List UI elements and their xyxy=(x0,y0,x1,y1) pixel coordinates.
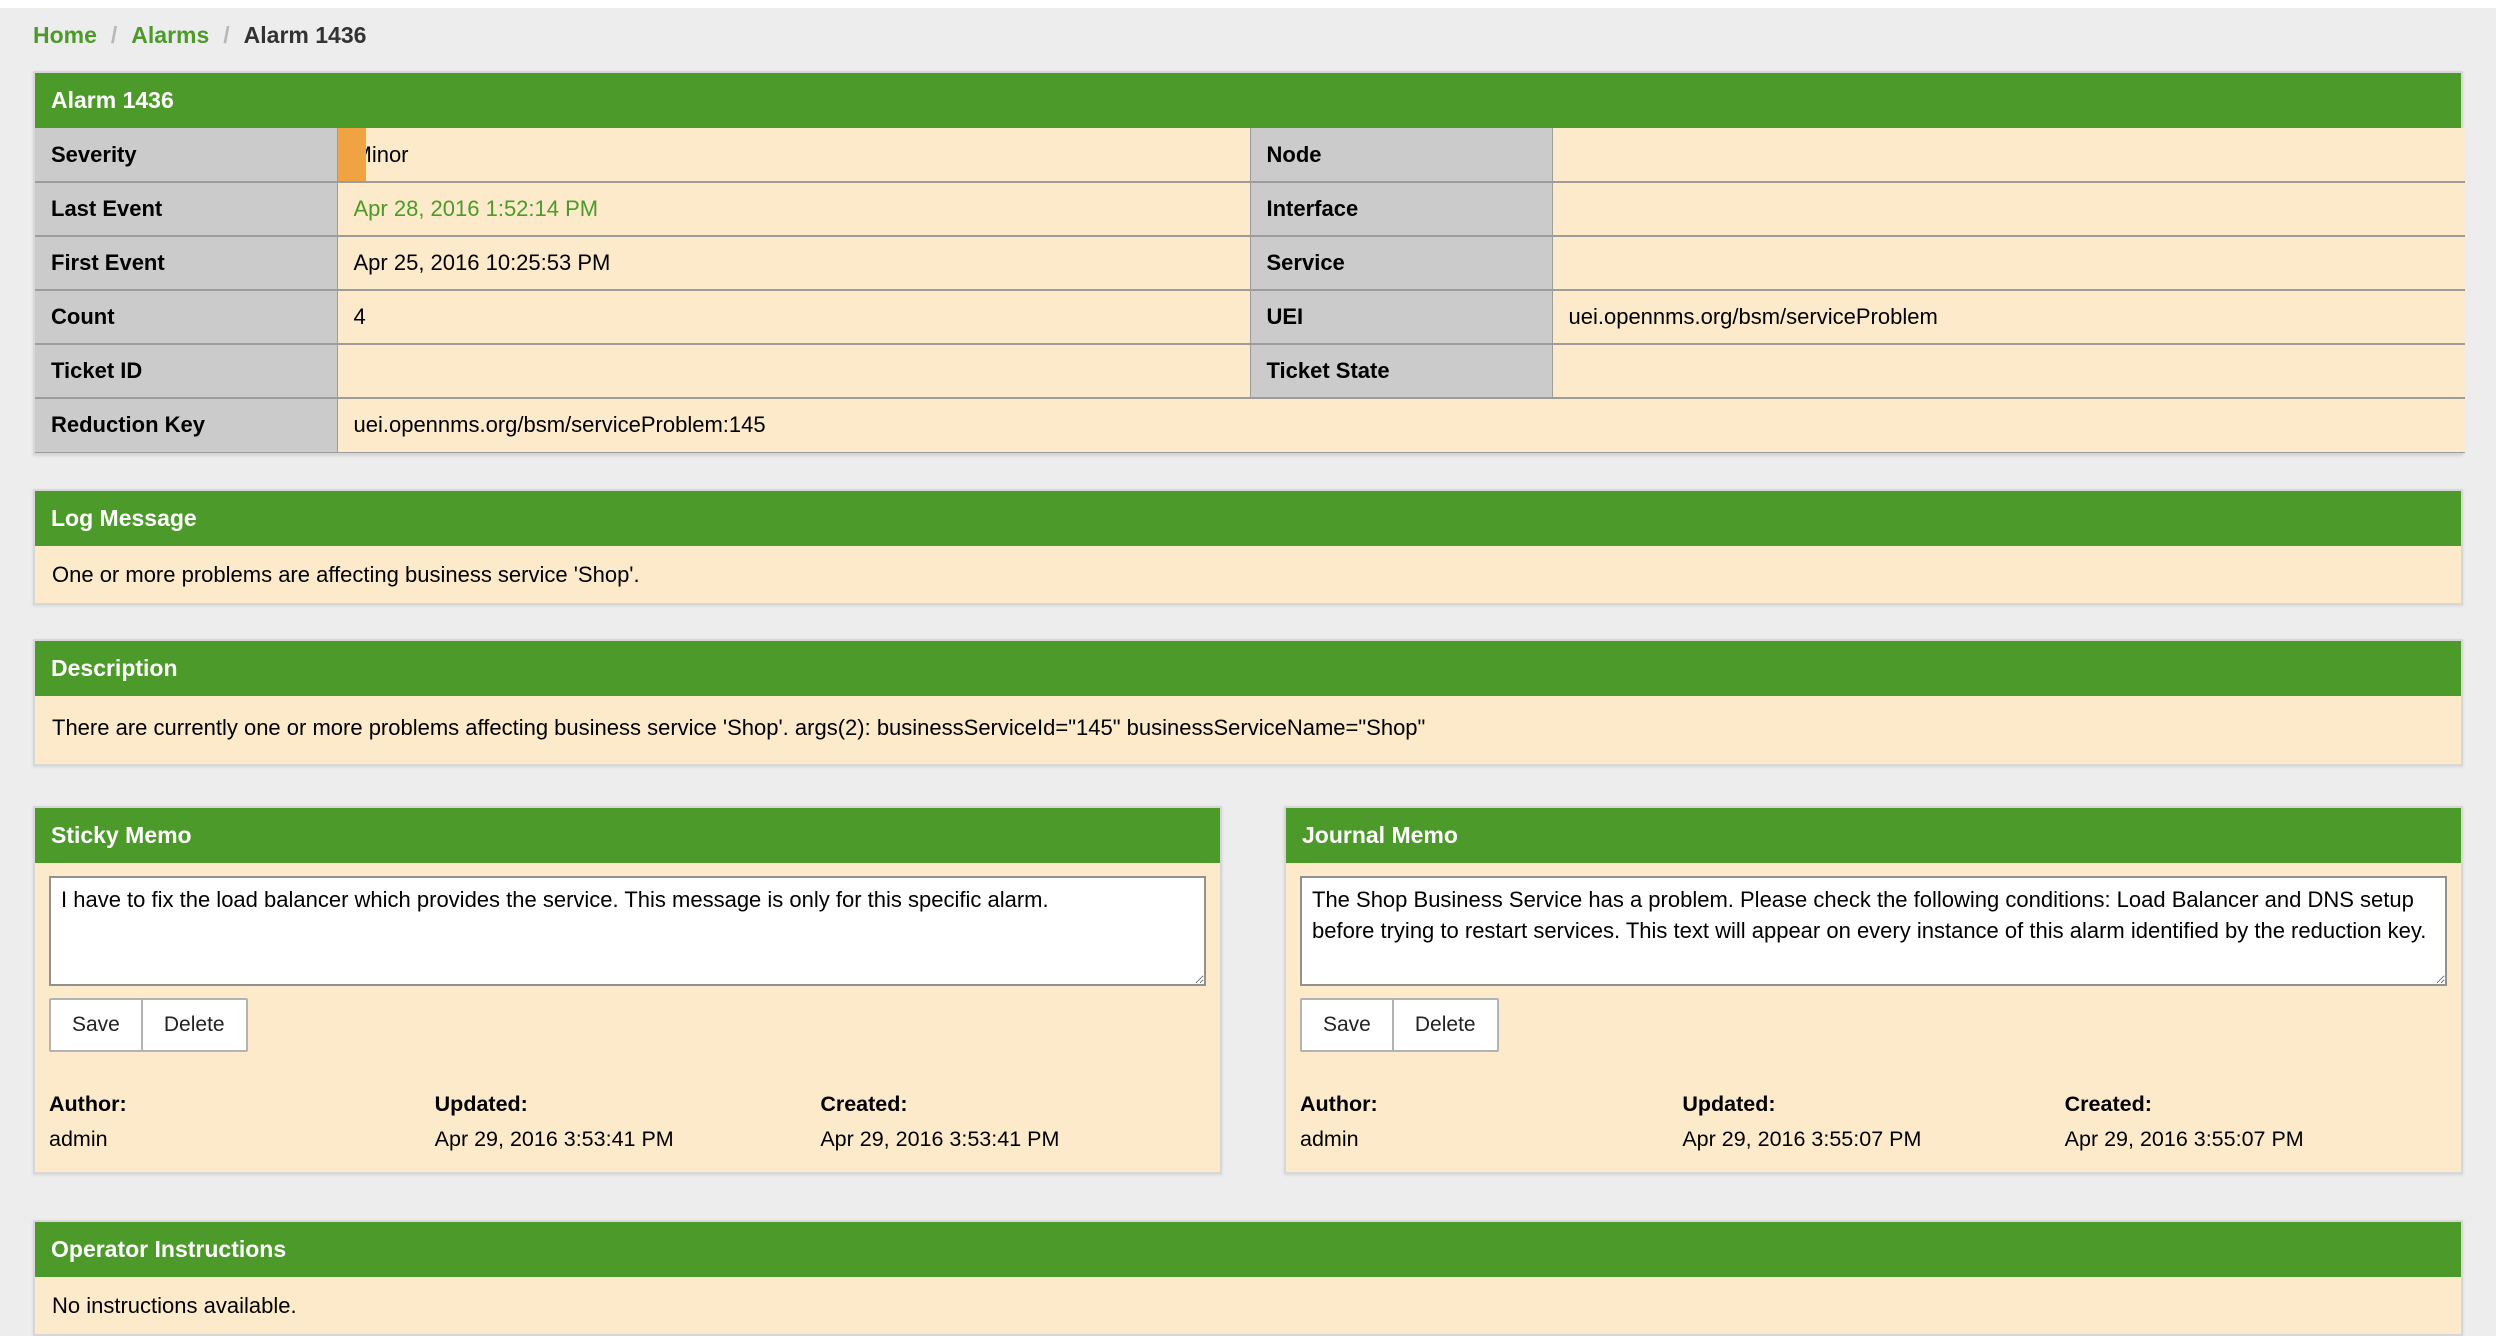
sticky-memo-created: Apr 29, 2016 3:53:41 PM xyxy=(820,1127,1206,1152)
operator-instructions-title: Operator Instructions xyxy=(35,1222,2461,1277)
journal-memo-panel: Journal Memo Save Delete Author: Updated… xyxy=(1284,806,2463,1174)
table-row: Last Event Apr 28, 2016 1:52:14 PM Inter… xyxy=(35,182,2465,236)
sticky-memo-delete-button[interactable]: Delete xyxy=(141,998,248,1052)
description-text: There are currently one or more problems… xyxy=(35,696,2461,764)
journal-memo-created: Apr 29, 2016 3:55:07 PM xyxy=(2065,1127,2447,1152)
main-content: Alarm 1436 Severity Minor Node Last Even… xyxy=(33,71,2463,1336)
log-message-text: One or more problems are affecting busin… xyxy=(35,546,2461,604)
service-value xyxy=(1552,236,2465,290)
first-event-label: First Event xyxy=(35,236,337,290)
breadcrumb-alarms-link[interactable]: Alarms xyxy=(131,22,209,49)
node-value xyxy=(1552,128,2465,182)
sticky-memo-panel: Sticky Memo Save Delete Author: Updated:… xyxy=(33,806,1222,1174)
breadcrumb-separator: / xyxy=(223,22,229,49)
top-strip xyxy=(0,0,2496,8)
log-message-title: Log Message xyxy=(35,491,2461,546)
sticky-memo-updated-label: Updated: xyxy=(435,1092,821,1117)
table-row: First Event Apr 25, 2016 10:25:53 PM Ser… xyxy=(35,236,2465,290)
alarm-detail-table: Severity Minor Node Last Event Apr 28, 2… xyxy=(35,128,2465,453)
journal-memo-delete-button[interactable]: Delete xyxy=(1392,998,1499,1052)
journal-memo-updated-label: Updated: xyxy=(1682,1092,2064,1117)
description-title: Description xyxy=(35,641,2461,696)
node-label: Node xyxy=(1250,128,1552,182)
journal-memo-input[interactable] xyxy=(1300,876,2447,986)
ticket-state-value xyxy=(1552,344,2465,398)
table-row: Count 4 UEI uei.opennms.org/bsm/serviceP… xyxy=(35,290,2465,344)
journal-memo-updated: Apr 29, 2016 3:55:07 PM xyxy=(1682,1127,2064,1152)
ticket-state-label: Ticket State xyxy=(1250,344,1552,398)
severity-label: Severity xyxy=(35,128,337,182)
sticky-memo-created-label: Created: xyxy=(820,1092,1206,1117)
reduction-key-value: uei.opennms.org/bsm/serviceProblem:145 xyxy=(337,398,2465,452)
sticky-memo-body: Save Delete Author: Updated: Created: ad… xyxy=(35,863,1220,1172)
sticky-memo-author: admin xyxy=(49,1127,435,1152)
journal-memo-body: Save Delete Author: Updated: Created: ad… xyxy=(1286,863,2461,1172)
table-row: Ticket ID Ticket State xyxy=(35,344,2465,398)
last-event-label: Last Event xyxy=(35,182,337,236)
journal-memo-meta: Author: Updated: Created: admin Apr 29, … xyxy=(1300,1092,2447,1152)
first-event-value: Apr 25, 2016 10:25:53 PM xyxy=(337,236,1250,290)
sticky-memo-title: Sticky Memo xyxy=(35,808,1220,863)
operator-instructions-panel: Operator Instructions No instructions av… xyxy=(33,1220,2463,1336)
alarm-detail-panel: Alarm 1436 Severity Minor Node Last Even… xyxy=(33,71,2463,455)
log-message-panel: Log Message One or more problems are aff… xyxy=(33,489,2463,606)
ticket-id-label: Ticket ID xyxy=(35,344,337,398)
breadcrumb-separator: / xyxy=(111,22,117,49)
uei-label: UEI xyxy=(1250,290,1552,344)
interface-label: Interface xyxy=(1250,182,1552,236)
journal-memo-author-label: Author: xyxy=(1300,1092,1682,1117)
journal-memo-created-label: Created: xyxy=(2065,1092,2447,1117)
journal-memo-save-button[interactable]: Save xyxy=(1300,998,1394,1052)
description-panel: Description There are currently one or m… xyxy=(33,639,2463,766)
table-row: Reduction Key uei.opennms.org/bsm/servic… xyxy=(35,398,2465,452)
uei-value: uei.opennms.org/bsm/serviceProblem xyxy=(1552,290,2465,344)
alarm-panel-title: Alarm 1436 xyxy=(35,73,2461,128)
journal-memo-buttons: Save Delete xyxy=(1300,998,1499,1052)
count-label: Count xyxy=(35,290,337,344)
reduction-key-label: Reduction Key xyxy=(35,398,337,452)
severity-minor-indicator xyxy=(338,128,366,181)
breadcrumb: Home / Alarms / Alarm 1436 xyxy=(33,22,2463,49)
journal-memo-title: Journal Memo xyxy=(1286,808,2461,863)
sticky-memo-updated: Apr 29, 2016 3:53:41 PM xyxy=(435,1127,821,1152)
table-row: Severity Minor Node xyxy=(35,128,2465,182)
severity-value-cell: Minor xyxy=(337,128,1250,182)
sticky-memo-buttons: Save Delete xyxy=(49,998,248,1052)
sticky-memo-meta: Author: Updated: Created: admin Apr 29, … xyxy=(49,1092,1206,1152)
sticky-memo-input[interactable] xyxy=(49,876,1206,986)
last-event-link[interactable]: Apr 28, 2016 1:52:14 PM xyxy=(354,196,599,221)
last-event-value-cell: Apr 28, 2016 1:52:14 PM xyxy=(337,182,1250,236)
sticky-memo-save-button[interactable]: Save xyxy=(49,998,143,1052)
breadcrumb-current: Alarm 1436 xyxy=(244,22,367,49)
sticky-memo-author-label: Author: xyxy=(49,1092,435,1117)
ticket-id-value xyxy=(337,344,1250,398)
service-label: Service xyxy=(1250,236,1552,290)
breadcrumb-home-link[interactable]: Home xyxy=(33,22,97,49)
memo-row: Sticky Memo Save Delete Author: Updated:… xyxy=(33,806,2463,1174)
count-value: 4 xyxy=(337,290,1250,344)
interface-value xyxy=(1552,182,2465,236)
journal-memo-author: admin xyxy=(1300,1127,1682,1152)
operator-instructions-text: No instructions available. xyxy=(35,1277,2461,1335)
